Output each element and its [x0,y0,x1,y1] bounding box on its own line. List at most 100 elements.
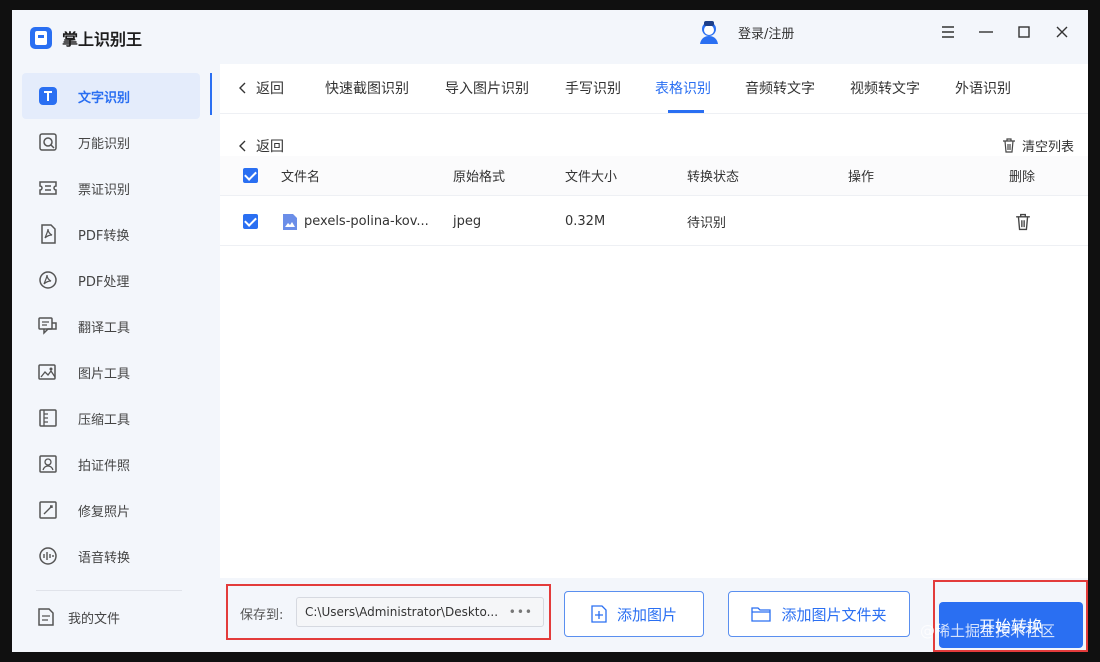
clear-list-label: 清空列表 [1021,140,1074,155]
select-all-checkbox[interactable] [243,168,258,183]
minimize-icon[interactable] [976,22,996,42]
clear-list-button[interactable]: 清空列表 [1002,136,1074,155]
add-file-icon [591,605,607,623]
sidebar-item-translate[interactable]: 翻译工具 [22,303,200,349]
sidebar-item-label: 修复照片 [78,504,131,520]
delete-row-button[interactable] [1015,198,1031,245]
sidebar-item-universal[interactable]: 万能识别 [22,119,200,165]
sidebar-item-ticket[interactable]: 票证识别 [22,165,200,211]
sidebar-item-label: PDF转换 [78,228,130,244]
image-file-icon [283,213,297,230]
add-image-label: 添加图片 [616,605,677,624]
sidebar-divider [36,590,182,591]
column-header-status: 转换状态 [687,170,740,185]
sidebar-item-id-photo[interactable]: 拍证件照 [22,441,200,487]
compress-icon [36,406,60,430]
table-row: pexels-polina-kov... jpeg 0.32M 待识别 [220,198,1088,246]
sidebar-item-label: PDF处理 [78,274,130,290]
file-status: 待识别 [687,216,727,231]
list-back-label: 返回 [256,139,284,155]
start-button-highlight: 开始转换 [933,580,1088,652]
trash-icon [1002,138,1015,153]
pdf-process-icon [36,268,60,292]
file-format: jpeg [453,214,482,229]
sidebar-item-label: 万能识别 [78,136,131,152]
tab-audio-to-text[interactable]: 音频转文字 [745,78,815,98]
close-icon[interactable] [1052,22,1072,42]
file-name: pexels-polina-kov... [304,214,429,229]
avatar-icon [700,21,718,44]
repair-photo-icon [36,498,60,522]
add-image-button[interactable]: 添加图片 [564,591,704,637]
table-header: 文件名 原始格式 文件大小 转换状态 操作 删除 [220,156,1088,196]
save-path-text: C:\Users\Administrator\Deskto... [305,605,499,619]
row-checkbox[interactable] [243,214,258,229]
pdf-convert-icon [36,222,60,246]
sidebar-item-repair-photo[interactable]: 修复照片 [22,487,200,533]
watermark: @稀土掘金技术社区 [920,622,1056,640]
text-recognition-icon [36,84,60,108]
ticket-icon [36,176,60,200]
sidebar-item-pdf-process[interactable]: PDF处理 [22,257,200,303]
sidebar-item-my-files[interactable]: 我的文件 [34,602,120,632]
login-link[interactable]: 登录/注册 [738,23,794,42]
browse-more-icon[interactable]: ••• [509,598,533,626]
tab-foreign-language[interactable]: 外语识别 [955,78,1011,98]
my-files-icon [34,605,58,629]
app-title: 掌上识别王 [62,30,143,49]
tab-back-label: 返回 [256,81,284,97]
active-indicator [210,73,212,115]
save-to-label: 保存到: [240,608,284,623]
tab-import-image[interactable]: 导入图片识别 [445,78,529,98]
sidebar-item-label: 压缩工具 [78,412,131,428]
maximize-icon[interactable] [1014,22,1034,42]
tab-active-underline [668,110,704,113]
sidebar-item-pdf-convert[interactable]: PDF转换 [22,211,200,257]
sidebar-item-label: 语音转换 [78,550,131,566]
sidebar-item-text-recognition[interactable]: 文字识别 [22,73,200,119]
title-bar: 登录/注册 [210,10,1088,56]
add-folder-label: 添加图片文件夹 [781,605,887,624]
sidebar-item-label: 文字识别 [78,90,131,106]
sidebar-item-label: 翻译工具 [78,320,131,336]
sidebar-nav: 文字识别 万能识别 票证识别 PDF转换 PDF处理 翻译工具 图片工具 压缩工… [22,73,200,579]
universal-scan-icon [36,130,60,154]
chevron-left-icon [239,140,246,152]
column-header-size: 文件大小 [565,170,618,185]
list-back-button[interactable]: 返回 [238,136,284,156]
main-panel: 返回 快速截图识别 导入图片识别 手写识别 表格识别 音频转文字 视频转文字 外… [220,64,1088,652]
column-header-name: 文件名 [281,170,321,185]
image-tool-icon [36,360,60,384]
voice-convert-icon [36,544,60,568]
trash-icon [1016,213,1030,230]
column-header-action: 操作 [848,170,875,185]
tab-back-button[interactable]: 返回 [238,78,284,98]
login-area[interactable]: 登录/注册 [698,20,794,44]
sidebar-item-label: 图片工具 [78,366,131,382]
tab-video-to-text[interactable]: 视频转文字 [850,78,920,98]
sidebar-item-voice[interactable]: 语音转换 [22,533,200,579]
tab-quick-screenshot[interactable]: 快速截图识别 [325,78,409,98]
tab-handwriting[interactable]: 手写识别 [565,78,621,98]
tab-table-recognition[interactable]: 表格识别 [655,78,711,98]
tab-bar: 返回 快速截图识别 导入图片识别 手写识别 表格识别 音频转文字 视频转文字 外… [220,64,1088,114]
sidebar-item-compress[interactable]: 压缩工具 [22,395,200,441]
add-folder-button[interactable]: 添加图片文件夹 [728,591,910,637]
save-location-highlight: 保存到: C:\Users\Administrator\Deskto... ••… [226,584,551,640]
app-logo-icon [30,27,52,49]
my-files-label: 我的文件 [68,611,121,627]
id-photo-icon [36,452,60,476]
translate-icon [36,314,60,338]
column-header-delete: 删除 [1009,170,1036,185]
sidebar-item-label: 拍证件照 [78,458,131,474]
column-header-format: 原始格式 [453,170,506,185]
menu-icon[interactable] [938,22,958,42]
chevron-left-icon [239,82,246,94]
save-path-field[interactable]: C:\Users\Administrator\Deskto... ••• [296,597,544,627]
folder-icon [751,607,772,622]
file-size: 0.32M [565,214,606,229]
brand: 掌上识别王 [30,26,142,50]
sidebar: 掌上识别王 文字识别 万能识别 票证识别 PDF转换 PDF处理 翻译工具 图片… [12,10,210,652]
app-window: 掌上识别王 文字识别 万能识别 票证识别 PDF转换 PDF处理 翻译工具 图片… [12,10,1088,652]
sidebar-item-image-tool[interactable]: 图片工具 [22,349,200,395]
